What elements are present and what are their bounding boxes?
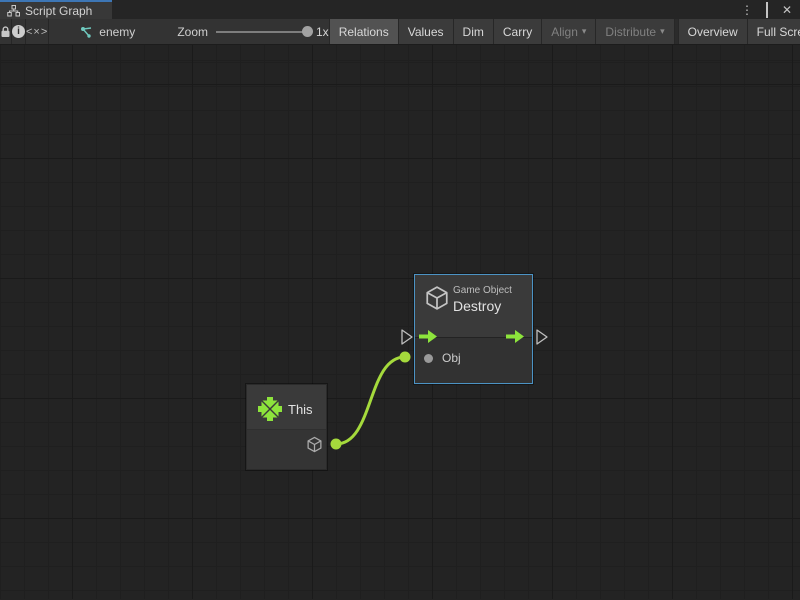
flow-output-port[interactable] <box>506 330 524 343</box>
node-title: Destroy <box>453 298 501 314</box>
toolbar-button-fullscreen[interactable]: Full Screen <box>747 19 800 44</box>
flow-out-triangle-icon <box>537 330 547 344</box>
input-port-label: Obj <box>442 351 461 365</box>
zoom-control: Zoom 1x <box>177 19 328 44</box>
graph-canvas[interactable]: This Game Object Destroy <box>0 45 800 599</box>
chevron-down-icon: ▾ <box>660 26 665 37</box>
title-bar: Script Graph ⋮ ✕ <box>0 0 800 19</box>
graph-name: enemy <box>99 25 135 39</box>
script-graph-window: Script Graph ⋮ ✕ i <×> enemy <box>0 0 800 600</box>
graph-tab-icon <box>7 5 20 17</box>
value-port-dot-icon[interactable] <box>424 354 433 363</box>
tab-title: Script Graph <box>25 4 92 18</box>
wire-start-dot <box>331 439 342 450</box>
graph-breadcrumb[interactable]: enemy <box>79 19 135 44</box>
toolbar-button-align[interactable]: Align ▾ <box>541 19 595 44</box>
zoom-slider-knob[interactable] <box>302 26 313 37</box>
angle-x-icon: <×> <box>26 26 48 38</box>
toolbar-button-overview[interactable]: Overview <box>678 19 747 44</box>
lock-button[interactable] <box>0 19 12 44</box>
toolbar-button-dim[interactable]: Dim <box>453 19 493 44</box>
node-title: This <box>288 402 313 417</box>
lock-icon <box>0 25 11 38</box>
info-button[interactable]: i <box>12 19 26 44</box>
zoom-value: 1x <box>316 25 329 39</box>
wire-end-dot <box>400 352 411 363</box>
flow-in-triangle-icon <box>402 330 412 344</box>
toolbar-button-carry[interactable]: Carry <box>493 19 541 44</box>
flow-input-port[interactable] <box>419 330 437 343</box>
tab-script-graph[interactable]: Script Graph <box>0 0 112 19</box>
kebab-menu-icon[interactable]: ⋮ <box>740 4 754 16</box>
input-port-row[interactable]: Obj <box>424 351 461 365</box>
chevron-down-icon: ▾ <box>582 26 587 37</box>
maximize-icon[interactable] <box>760 4 774 16</box>
zoom-slider[interactable] <box>216 31 308 33</box>
close-icon[interactable]: ✕ <box>780 4 794 16</box>
info-icon: i <box>12 25 25 38</box>
node-this[interactable]: This <box>246 384 327 470</box>
toolbar-button-distribute[interactable]: Distribute ▾ <box>595 19 673 44</box>
window-controls: ⋮ ✕ <box>740 0 800 19</box>
zoom-label: Zoom <box>177 25 208 39</box>
connection-layer <box>0 45 800 599</box>
node-destroy[interactable]: Game Object Destroy Obj <box>414 274 533 384</box>
graph-icon <box>79 25 93 39</box>
toolbar-button-relations[interactable]: Relations <box>329 19 398 44</box>
graph-toolbar: i <×> enemy Zoom 1x Relations Values <box>0 19 800 45</box>
this-arrows-icon <box>258 397 282 421</box>
toolbar-button-group: Relations Values Dim Carry Align ▾ Distr… <box>329 19 800 44</box>
connection-wire <box>336 357 405 444</box>
inspect-toggle-button[interactable]: <×> <box>26 19 49 44</box>
game-object-output-port[interactable] <box>306 436 323 453</box>
toolbar-button-values[interactable]: Values <box>398 19 453 44</box>
node-subtitle: Game Object <box>453 285 512 296</box>
game-object-cube-icon <box>424 285 450 311</box>
